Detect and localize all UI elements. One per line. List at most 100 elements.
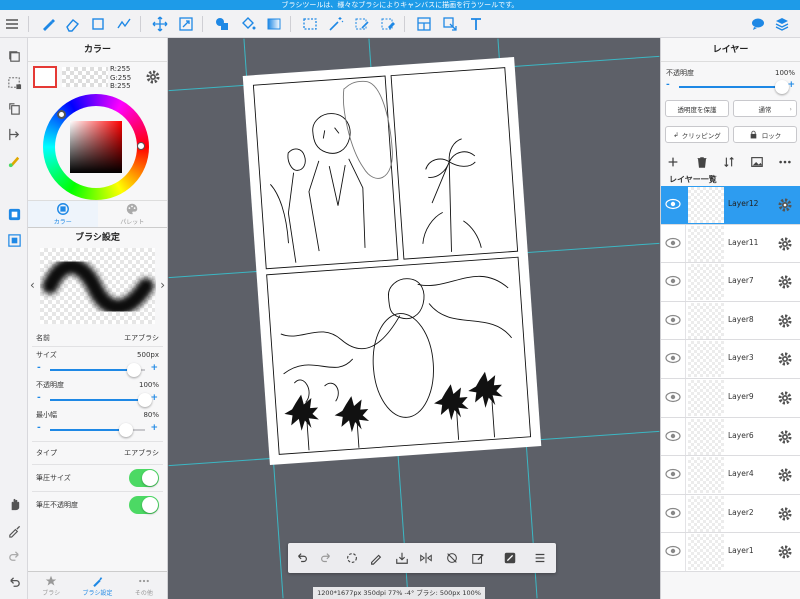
select-all-icon[interactable]	[4, 72, 24, 92]
size-slider[interactable]: - +	[36, 363, 159, 377]
eye-icon[interactable]	[665, 430, 681, 442]
gear-icon[interactable]	[777, 236, 793, 252]
menu-icon[interactable]	[530, 548, 550, 568]
hue-wheel[interactable]	[43, 94, 149, 200]
tab-color[interactable]: カラー	[28, 201, 98, 227]
shape-tool-icon[interactable]	[88, 14, 108, 34]
color-panel-icon[interactable]	[4, 204, 24, 224]
menu-icon[interactable]	[2, 14, 22, 34]
undo-icon[interactable]	[292, 548, 312, 568]
protect-alpha-button[interactable]: 透明度を保護	[665, 100, 729, 117]
eyedropper-icon[interactable]	[4, 520, 24, 540]
pen-icon[interactable]	[366, 548, 386, 568]
layers-icon[interactable]	[772, 14, 792, 34]
sort-icon[interactable]	[721, 154, 737, 170]
select-eraser-icon[interactable]	[378, 14, 398, 34]
opacity-minus-button[interactable]: -	[37, 393, 41, 403]
undo-icon[interactable]	[4, 572, 24, 592]
pressure-opacity-toggle[interactable]	[129, 496, 159, 514]
color-pen-icon[interactable]	[4, 150, 24, 170]
next-brush-arrow[interactable]: ›	[160, 278, 165, 292]
layer-panel-icon[interactable]	[4, 230, 24, 250]
eye-icon[interactable]	[665, 507, 681, 519]
layer-opacity-plus-button[interactable]: +	[787, 80, 795, 90]
chat-icon[interactable]	[748, 14, 768, 34]
sv-knob[interactable]	[57, 110, 66, 119]
flip-horizontal-icon[interactable]	[416, 548, 436, 568]
size-slider-thumb[interactable]	[126, 363, 141, 377]
eye-icon[interactable]	[665, 545, 681, 557]
save-icon[interactable]	[392, 548, 412, 568]
gear-icon[interactable]	[777, 351, 793, 367]
manga-page[interactable]	[242, 56, 542, 466]
min-width-slider[interactable]: - +	[36, 423, 159, 437]
layer-row[interactable]: Layer12	[661, 186, 800, 225]
lock-button[interactable]: ロック	[733, 126, 797, 143]
rotate-icon[interactable]	[4, 98, 24, 118]
layer-row[interactable]: Layer8	[661, 301, 800, 341]
saturation-value-square[interactable]	[70, 121, 122, 173]
frame-divider-icon[interactable]	[414, 14, 434, 34]
material-icon[interactable]	[500, 548, 520, 568]
gear-icon[interactable]	[777, 467, 793, 483]
tab-brush[interactable]: ブラシ	[28, 572, 74, 599]
gear-icon[interactable]	[777, 429, 793, 445]
layer-row[interactable]: Layer7	[661, 263, 800, 302]
prev-brush-arrow[interactable]: ‹	[30, 278, 35, 292]
min-width-plus-button[interactable]: +	[150, 423, 158, 433]
canvas-area[interactable]: 1200*1677px 350dpi 77% -4° ブラシ: 500px 10…	[168, 38, 660, 599]
eye-icon[interactable]	[665, 468, 681, 480]
layer-row[interactable]: Layer9	[661, 378, 800, 418]
text-tool-icon[interactable]	[466, 14, 486, 34]
layer-row[interactable]: Layer4	[661, 456, 800, 495]
gear-icon[interactable]	[777, 274, 793, 290]
min-width-minus-button[interactable]: -	[37, 423, 41, 433]
layer-row[interactable]: Layer11	[661, 224, 800, 264]
eye-icon[interactable]	[665, 275, 681, 287]
move-tool-icon[interactable]	[150, 14, 170, 34]
pressure-size-toggle[interactable]	[129, 469, 159, 487]
trash-icon[interactable]	[694, 154, 710, 170]
copy-icon[interactable]	[4, 46, 24, 66]
clipping-button[interactable]: ↲ クリッピング	[665, 126, 729, 143]
correction-tool-icon[interactable]	[114, 14, 134, 34]
eraser-tool-icon[interactable]	[62, 14, 82, 34]
eye-icon[interactable]	[665, 198, 681, 210]
layer-row[interactable]: Layer3	[661, 340, 800, 379]
eye-icon[interactable]	[665, 391, 681, 403]
gradient-tool-icon[interactable]	[264, 14, 284, 34]
add-layer-icon[interactable]	[665, 154, 681, 170]
image-layer-icon[interactable]	[749, 154, 765, 170]
bucket-tool-icon[interactable]	[238, 14, 258, 34]
tab-other[interactable]: その他	[121, 572, 167, 599]
layer-row[interactable]: Layer6	[661, 417, 800, 457]
layer-opacity-minus-button[interactable]: -	[666, 80, 670, 90]
hand-icon[interactable]	[4, 494, 24, 514]
magic-wand-icon[interactable]	[326, 14, 346, 34]
opacity-slider[interactable]: - +	[36, 393, 159, 407]
layer-row[interactable]: Layer1	[661, 533, 800, 572]
flip-icon[interactable]	[4, 124, 24, 144]
brush-tool-icon[interactable]	[38, 14, 58, 34]
min-width-slider-thumb[interactable]	[119, 423, 133, 437]
blend-mode-button[interactable]: 通常 ›	[733, 100, 797, 117]
select-tool-icon[interactable]	[300, 14, 320, 34]
select-pen-icon[interactable]	[352, 14, 372, 34]
gear-icon[interactable]	[777, 390, 793, 406]
edit-icon[interactable]	[468, 548, 488, 568]
eye-icon[interactable]	[665, 237, 681, 249]
main-color-swatch[interactable]	[33, 66, 57, 88]
gear-icon[interactable]	[145, 69, 161, 85]
spinner-icon[interactable]	[342, 548, 362, 568]
layer-row[interactable]: Layer2	[661, 494, 800, 534]
gear-icon[interactable]	[777, 544, 793, 560]
layer-opacity-slider[interactable]: - +	[665, 80, 796, 94]
rotate-reset-icon[interactable]	[442, 548, 462, 568]
sub-color-swatch[interactable]	[62, 67, 108, 87]
hue-knob[interactable]	[137, 142, 145, 150]
eye-icon[interactable]	[665, 314, 681, 326]
gear-icon[interactable]	[777, 506, 793, 522]
eye-icon[interactable]	[665, 352, 681, 364]
fill-shape-tool-icon[interactable]	[212, 14, 232, 34]
operation-tool-icon[interactable]	[440, 14, 460, 34]
